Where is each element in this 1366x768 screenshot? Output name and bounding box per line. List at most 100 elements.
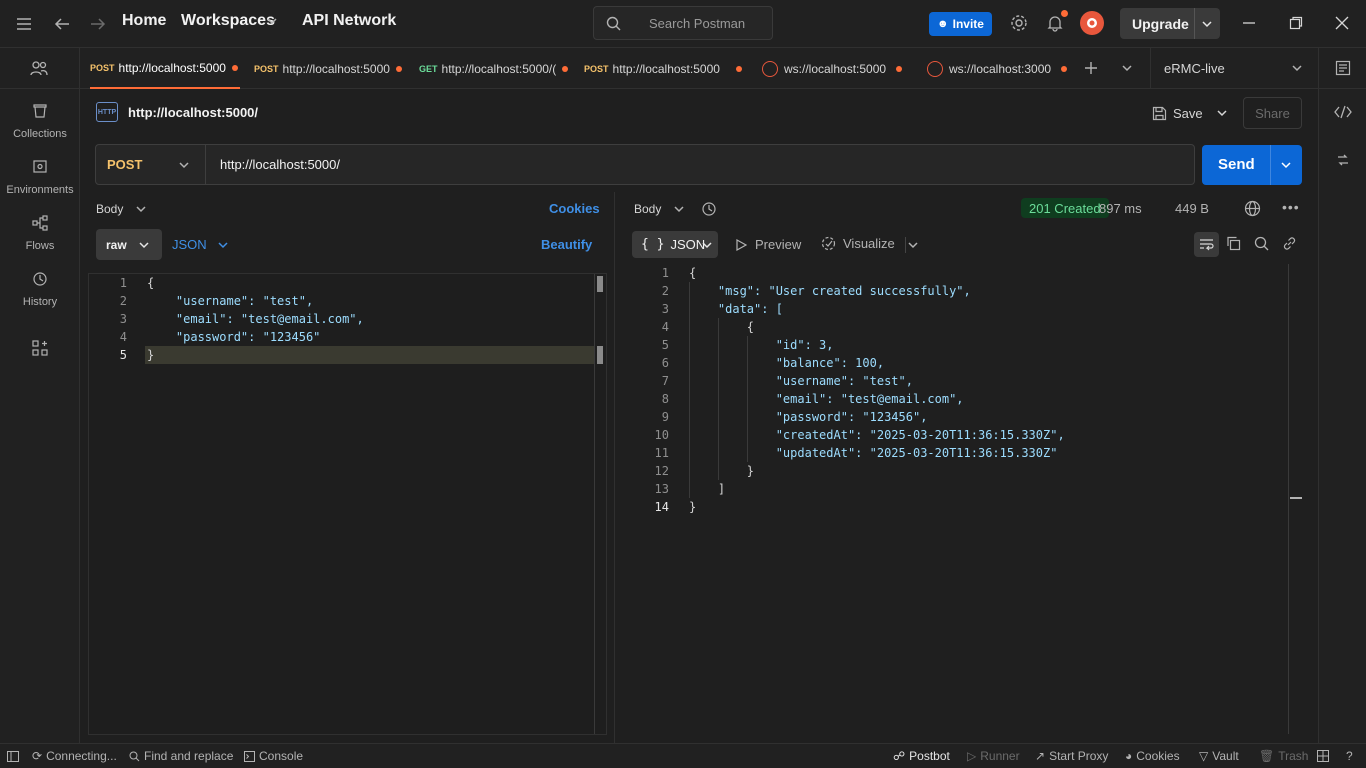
chevron-down-icon[interactable] <box>908 240 918 250</box>
layout-toggle-button[interactable] <box>1317 744 1329 768</box>
wrap-lines-button[interactable] <box>1194 232 1219 257</box>
configure-sidebar-icon[interactable] <box>32 340 48 356</box>
chevron-down-icon[interactable] <box>218 240 228 250</box>
tab-url: http://localhost:5000 <box>612 61 720 76</box>
sidebar-item-collections[interactable]: Collections <box>0 100 80 140</box>
response-format-label: JSON <box>670 237 706 252</box>
cookies-label: Cookies <box>1136 749 1180 763</box>
response-size[interactable]: 449 B <box>1175 201 1209 216</box>
copy-icon[interactable] <box>1226 236 1241 251</box>
send-options-chevron-icon[interactable] <box>1281 160 1291 170</box>
new-tab-plus-icon[interactable] <box>1084 61 1098 75</box>
trash-button[interactable]: 🗑 Trash <box>1259 744 1308 768</box>
scrollbar-thumb[interactable] <box>597 346 603 364</box>
chevron-down-icon[interactable] <box>674 204 684 214</box>
api-network-link[interactable]: API Network <box>302 12 396 30</box>
chevron-down-icon[interactable] <box>1202 19 1212 29</box>
request-title[interactable]: http://localhost:5000/ <box>128 105 258 120</box>
response-body-tab[interactable]: Body <box>634 202 661 216</box>
toggle-sidebar-button[interactable] <box>7 744 19 768</box>
sidebar-item-history[interactable]: History <box>0 268 80 308</box>
notifications-bell-icon[interactable] <box>1046 14 1064 32</box>
save-icon <box>1152 106 1167 120</box>
connection-status[interactable]: ⟳ Connecting... <box>32 744 117 768</box>
scrollbar-thumb[interactable] <box>597 276 603 292</box>
response-format-select[interactable]: { } JSON <box>632 231 718 258</box>
upgrade-button[interactable]: Upgrade <box>1120 8 1220 39</box>
request-tab[interactable]: POST http://localhost:5000 <box>584 48 744 89</box>
sidebar-item-environments[interactable]: Environments <box>0 156 80 196</box>
editor-scrollbar[interactable] <box>594 274 595 734</box>
settings-gear-icon[interactable] <box>1010 14 1028 32</box>
console-button[interactable]: Console <box>244 744 303 768</box>
request-tab[interactable]: GET http://localhost:5000/( <box>419 48 569 89</box>
workspaces-menu[interactable]: Workspaces <box>181 12 275 30</box>
status-badge[interactable]: 201 Created <box>1021 198 1109 218</box>
related-collections-icon[interactable] <box>1336 153 1350 167</box>
environment-quicklook-icon[interactable] <box>1335 60 1351 76</box>
back-arrow-icon[interactable] <box>52 14 72 34</box>
save-options-chevron-icon[interactable] <box>1217 108 1227 118</box>
unsaved-dot <box>562 65 569 72</box>
code-line: "password": "123456" <box>147 330 321 344</box>
raw-select[interactable]: raw <box>96 229 162 260</box>
code-line: ] <box>689 482 726 496</box>
request-tab[interactable]: POST http://localhost:5000 <box>90 48 240 89</box>
link-icon[interactable] <box>1282 236 1297 251</box>
upgrade-divider <box>1194 8 1195 39</box>
find-replace-button[interactable]: Find and replace <box>129 744 233 768</box>
search-icon[interactable] <box>1254 236 1269 251</box>
collections-icon <box>0 100 80 122</box>
share-button[interactable]: Share <box>1243 97 1302 129</box>
sidebar-item-flows[interactable]: Flows <box>0 212 80 252</box>
url-input[interactable]: http://localhost:5000/ <box>220 157 340 172</box>
close-icon[interactable] <box>1335 16 1349 30</box>
beautify-link[interactable]: Beautify <box>541 237 592 252</box>
globe-icon[interactable] <box>1244 200 1261 217</box>
send-button[interactable]: Send <box>1202 145 1302 185</box>
start-proxy-button[interactable]: ↗ Start Proxy <box>1035 744 1108 768</box>
team-icon[interactable] <box>30 60 48 76</box>
home-link[interactable]: Home <box>122 12 166 30</box>
postbot-button[interactable]: ☍ Postbot <box>893 744 950 768</box>
environment-selector[interactable]: eRMC-live <box>1150 48 1310 88</box>
code-icon[interactable] <box>1334 105 1352 119</box>
request-code-editor[interactable]: 1 2 3 4 5 { "username": "test", "email":… <box>88 273 607 735</box>
cookies-link[interactable]: Cookies <box>549 201 600 216</box>
find-replace-label: Find and replace <box>144 749 234 763</box>
vault-button[interactable]: ▽ Vault <box>1199 744 1239 768</box>
method-select[interactable]: POST <box>96 145 206 184</box>
request-tab[interactable]: POST http://localhost:5000 <box>254 48 404 89</box>
visualize-button[interactable]: Visualize <box>821 236 895 251</box>
restore-icon[interactable] <box>1289 16 1303 30</box>
chevron-down-icon <box>139 240 149 250</box>
minimize-icon[interactable] <box>1242 16 1256 30</box>
runner-button[interactable]: ▷ Runner <box>967 744 1020 768</box>
forward-arrow-icon[interactable] <box>88 14 108 34</box>
response-code-viewer[interactable]: 1 2 3 4 5 6 7 8 9 10 11 12 13 14 { "msg"… <box>616 264 1316 739</box>
help-button[interactable]: ? <box>1346 744 1353 768</box>
sidebar-item-label: Environments <box>6 184 74 196</box>
search-input[interactable]: Search Postman <box>593 6 773 40</box>
chevron-down-icon[interactable] <box>136 204 146 214</box>
cookies-button[interactable]: ◕ Cookies <box>1125 744 1180 768</box>
code-line: "updatedAt": "2025-03-20T11:36:15.330Z" <box>689 446 1058 460</box>
preview-button[interactable]: Preview <box>736 237 801 252</box>
sidebar-item-label: Collections <box>13 128 67 140</box>
websocket-tab[interactable]: ws://localhost:5000 <box>762 48 912 89</box>
play-icon <box>736 238 747 251</box>
more-options-icon[interactable]: ••• <box>1282 199 1300 215</box>
avatar[interactable] <box>1080 11 1104 35</box>
tabs-chevron-down-icon[interactable] <box>1122 63 1132 73</box>
line-number: 2 <box>661 284 669 298</box>
response-scrollbar[interactable] <box>1288 264 1289 734</box>
websocket-tab[interactable]: ws://localhost:3000 <box>927 48 1077 89</box>
response-time[interactable]: 897 ms <box>1099 201 1142 216</box>
toolbar-divider <box>905 237 906 253</box>
line-number: 13 <box>654 482 669 496</box>
menu-icon[interactable] <box>14 14 34 34</box>
format-select[interactable]: JSON <box>172 237 207 252</box>
request-body-tab[interactable]: Body <box>96 202 123 216</box>
invite-button[interactable]: ☻ Invite <box>929 12 992 36</box>
response-history-icon[interactable] <box>701 201 717 217</box>
